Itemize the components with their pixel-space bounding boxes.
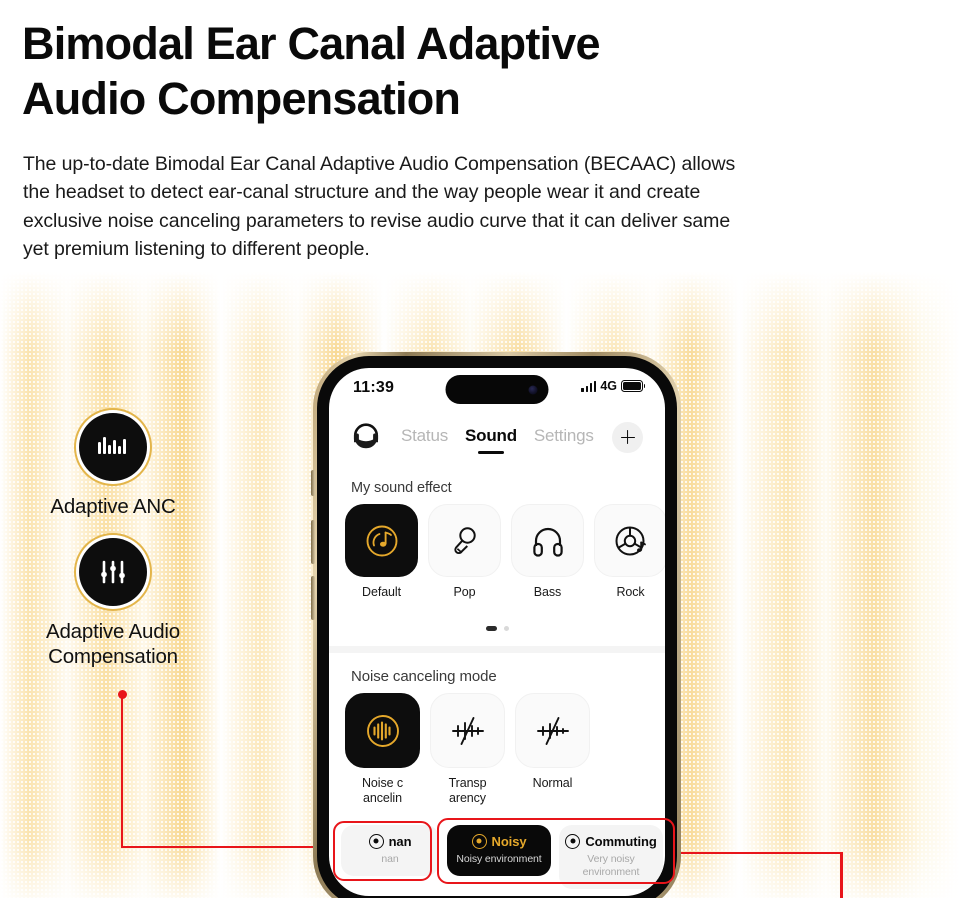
status-bar-indicators: 4G (581, 379, 643, 393)
dynamic-island (445, 375, 549, 404)
scene-card-commuting[interactable]: Commuting Very noisy environment (559, 824, 663, 889)
vinyl-note-icon (366, 525, 397, 556)
sound-effect-bass[interactable]: Bass (511, 504, 584, 600)
battery-full-icon (621, 380, 643, 392)
scene-card-title-row: Commuting (559, 833, 663, 849)
callout-adaptive-audio-compensation: Adaptive Audio Compensation (22, 538, 204, 669)
sound-effect-pop[interactable]: Pop (428, 504, 501, 600)
noise-mode-tile[interactable] (515, 693, 590, 768)
add-device-button[interactable] (612, 422, 643, 453)
sound-effect-label: Pop (453, 585, 476, 599)
target-ring-icon (565, 833, 581, 849)
signal-bars-icon (581, 380, 597, 392)
phone-volume-down-button[interactable] (311, 576, 315, 620)
scene-card-subtitle: nan (381, 852, 399, 865)
scene-card-title: Commuting (585, 833, 657, 849)
section-title-noise-canceling: Noise canceling mode (351, 668, 497, 685)
sound-effect-rock[interactable]: Rock (594, 504, 665, 600)
scene-card-noisy[interactable]: Noisy Noisy environment (447, 824, 551, 876)
callout-adaptive-anc: Adaptive ANC (34, 413, 192, 519)
connector-left-vertical (120, 694, 124, 848)
normal-icon (536, 716, 569, 745)
pager-dot-active[interactable] (485, 626, 497, 631)
noise-mode-label: Transp arency (448, 776, 487, 806)
front-camera-icon (528, 385, 538, 394)
sound-effect-label: Rock (616, 585, 645, 599)
headphones-icon (532, 527, 563, 557)
sound-effect-tile[interactable] (345, 504, 418, 577)
description-line-2: the headset to detect ear-canal structur… (23, 181, 701, 204)
noise-mode-tile[interactable] (430, 693, 505, 768)
plus-icon (620, 436, 635, 439)
scene-card-nan[interactable]: nan nan (341, 824, 439, 876)
page-title-line-1: Bimodal Ear Canal Adaptive (22, 18, 601, 69)
equalizer-bars-icon (98, 437, 126, 454)
phone-volume-up-button[interactable] (311, 520, 315, 564)
connector-right-vertical (840, 851, 843, 898)
main-tabs: Status Sound Settings (401, 426, 594, 454)
page-title-line-2: Audio Compensation (22, 73, 461, 125)
page-description: The up-to-date Bimodal Ear Canal Adaptiv… (23, 150, 913, 264)
tab-status[interactable]: Status (401, 426, 448, 454)
callout-badge (79, 413, 147, 481)
sound-effect-label: Bass (533, 585, 562, 599)
scene-card-title: Noisy (491, 833, 527, 849)
sliders-icon (101, 560, 125, 584)
description-line-3: exclusive noise canceling parameters to … (23, 209, 731, 232)
app-nav-bar: Status Sound Settings (329, 416, 665, 468)
status-bar-network: 4G (600, 379, 617, 393)
callout-label: Adaptive ANC (50, 495, 176, 518)
section-title-sound-effect: My sound effect (351, 480, 452, 496)
sound-effect-default[interactable]: Default (345, 504, 418, 600)
scene-card-subtitle: Very noisy environment (582, 852, 640, 878)
sound-effect-label: Default (362, 585, 401, 599)
scene-carousel[interactable]: nan nan Noisy Noisy environment Commutin… (341, 824, 665, 889)
page-title: Bimodal Ear Canal Adaptive Audio Compens… (22, 16, 782, 127)
noise-mode-label: Normal (532, 776, 573, 790)
section-divider (329, 646, 665, 653)
phone-mute-button[interactable] (311, 470, 315, 496)
tab-settings[interactable]: Settings (534, 426, 594, 454)
description-line-1: The up-to-date Bimodal Ear Canal Adaptiv… (23, 153, 736, 175)
phone-screen: 11:39 4G Status Sound Settings My sound … (329, 368, 665, 896)
sound-effect-tile[interactable] (594, 504, 665, 577)
rock-disc-icon (615, 526, 646, 555)
app-headphones-icon[interactable] (351, 422, 381, 455)
anc-wave-icon (366, 714, 399, 747)
phone-mockup: 11:39 4G Status Sound Settings My sound … (311, 352, 681, 898)
transparency-icon (451, 716, 484, 745)
microphone-icon (453, 526, 476, 554)
connector-right-horizontal (668, 851, 843, 855)
sound-effect-pager[interactable] (329, 626, 665, 631)
noise-canceling-list: Noise c ancelin Transp arency Normal (345, 693, 590, 807)
pager-dot[interactable] (503, 626, 509, 631)
background-fade-top (0, 272, 960, 352)
noise-mode-normal[interactable]: Normal (515, 693, 590, 807)
status-bar-time: 11:39 (353, 379, 395, 396)
status-bar: 11:39 4G (329, 368, 665, 410)
noise-mode-tile[interactable] (345, 693, 420, 768)
scene-card-subtitle: Noisy environment (456, 852, 542, 865)
tab-sound[interactable]: Sound (465, 426, 517, 454)
scene-card-title-row: Noisy (447, 833, 551, 849)
sound-effect-tile[interactable] (511, 504, 584, 577)
sound-effect-list: Default Pop Bass Rock (345, 504, 665, 600)
sound-effect-tile[interactable] (428, 504, 501, 577)
scene-card-title: nan (388, 833, 412, 849)
noise-mode-transparency[interactable]: Transp arency (430, 693, 505, 807)
noise-mode-label: Noise c ancelin (362, 776, 403, 806)
connector-left-horizontal (120, 845, 346, 849)
promo-page: Bimodal Ear Canal Adaptive Audio Compens… (0, 0, 960, 898)
target-ring-icon (368, 833, 384, 849)
scene-card-title-row: nan (341, 833, 439, 849)
callout-badge (79, 538, 147, 606)
target-ring-icon (471, 833, 487, 849)
description-line-4: yet premium listening to different peopl… (23, 238, 370, 261)
callout-label: Adaptive Audio Compensation (46, 620, 180, 668)
noise-mode-noise-canceling[interactable]: Noise c ancelin (345, 693, 420, 807)
